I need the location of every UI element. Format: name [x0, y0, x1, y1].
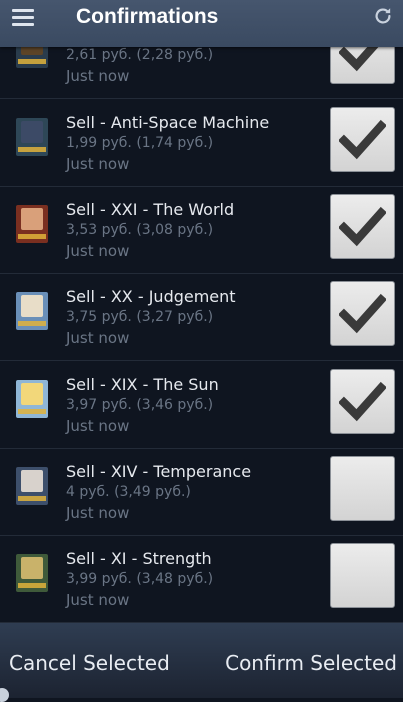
item-name: Sell - XX - Judgement	[66, 287, 236, 306]
item-name: Sell - XXI - The World	[66, 200, 235, 219]
checkmark-icon	[339, 119, 386, 160]
confirm-selected-button[interactable]: Confirm Selected	[225, 650, 397, 676]
select-checkbox[interactable]	[330, 543, 395, 608]
select-checkbox[interactable]	[330, 369, 395, 434]
item-timestamp: Just now	[66, 417, 130, 435]
item-price: 2,61 руб. (2,28 руб.)	[66, 47, 214, 63]
confirmation-row[interactable]: Sell - XIV - Temperance 4 руб. (3,49 руб.…	[0, 449, 403, 536]
confirmations-list[interactable]: 2,61 руб. (2,28 руб.) Just now Sell - Anti…	[0, 0, 403, 623]
checkmark-icon	[339, 293, 386, 334]
confirmation-row[interactable]: Sell - XXI - The World 3,53 руб. (3,08 ру…	[0, 187, 403, 274]
cancel-selected-button[interactable]: Cancel Selected	[9, 650, 170, 676]
item-name: Sell - XIX - The Sun	[66, 375, 219, 394]
item-timestamp: Just now	[66, 591, 130, 609]
select-checkbox[interactable]	[330, 281, 395, 346]
item-thumbnail	[16, 118, 48, 156]
item-timestamp: Just now	[66, 504, 130, 522]
confirmation-row[interactable]: Sell - XI - Strength 3,99 руб. (3,48 руб.…	[0, 536, 403, 623]
confirmation-row[interactable]: Sell - Anti-Space Machine 1,99 руб. (1,74…	[0, 100, 403, 187]
item-thumbnail	[16, 292, 48, 330]
refresh-icon[interactable]	[372, 5, 394, 27]
item-thumbnail	[16, 554, 48, 592]
select-checkbox[interactable]	[330, 194, 395, 259]
item-timestamp: Just now	[66, 329, 130, 347]
item-price: 3,53 руб. (3,08 руб.)	[66, 222, 214, 238]
item-thumbnail	[16, 380, 48, 418]
item-thumbnail	[16, 467, 48, 505]
item-timestamp: Just now	[66, 67, 130, 85]
item-timestamp: Just now	[66, 242, 130, 260]
checkmark-icon	[339, 381, 386, 422]
item-thumbnail	[16, 205, 48, 243]
action-footer: Cancel Selected Confirm Selected	[0, 623, 403, 698]
floating-handle[interactable]	[0, 688, 9, 702]
item-timestamp: Just now	[66, 155, 130, 173]
page-title: Confirmations	[76, 5, 219, 28]
item-name: Sell - Anti-Space Machine	[66, 113, 270, 132]
select-checkbox[interactable]	[330, 456, 395, 521]
select-checkbox[interactable]	[330, 107, 395, 172]
item-name: Sell - XI - Strength	[66, 549, 212, 568]
app-header: Confirmations	[0, 0, 403, 47]
confirmation-row[interactable]: Sell - XX - Judgement 3,75 руб. (3,27 руб…	[0, 274, 403, 361]
item-price: 4 руб. (3,49 руб.)	[66, 484, 191, 500]
item-price: 3,97 руб. (3,46 руб.)	[66, 397, 214, 413]
checkmark-icon	[339, 206, 386, 247]
item-price: 3,99 руб. (3,48 руб.)	[66, 571, 214, 587]
item-price: 1,99 руб. (1,74 руб.)	[66, 135, 214, 151]
hamburger-menu-icon[interactable]	[12, 9, 34, 27]
item-price: 3,75 руб. (3,27 руб.)	[66, 309, 214, 325]
item-name: Sell - XIV - Temperance	[66, 462, 252, 481]
confirmation-row[interactable]: Sell - XIX - The Sun 3,97 руб. (3,46 руб.…	[0, 362, 403, 449]
